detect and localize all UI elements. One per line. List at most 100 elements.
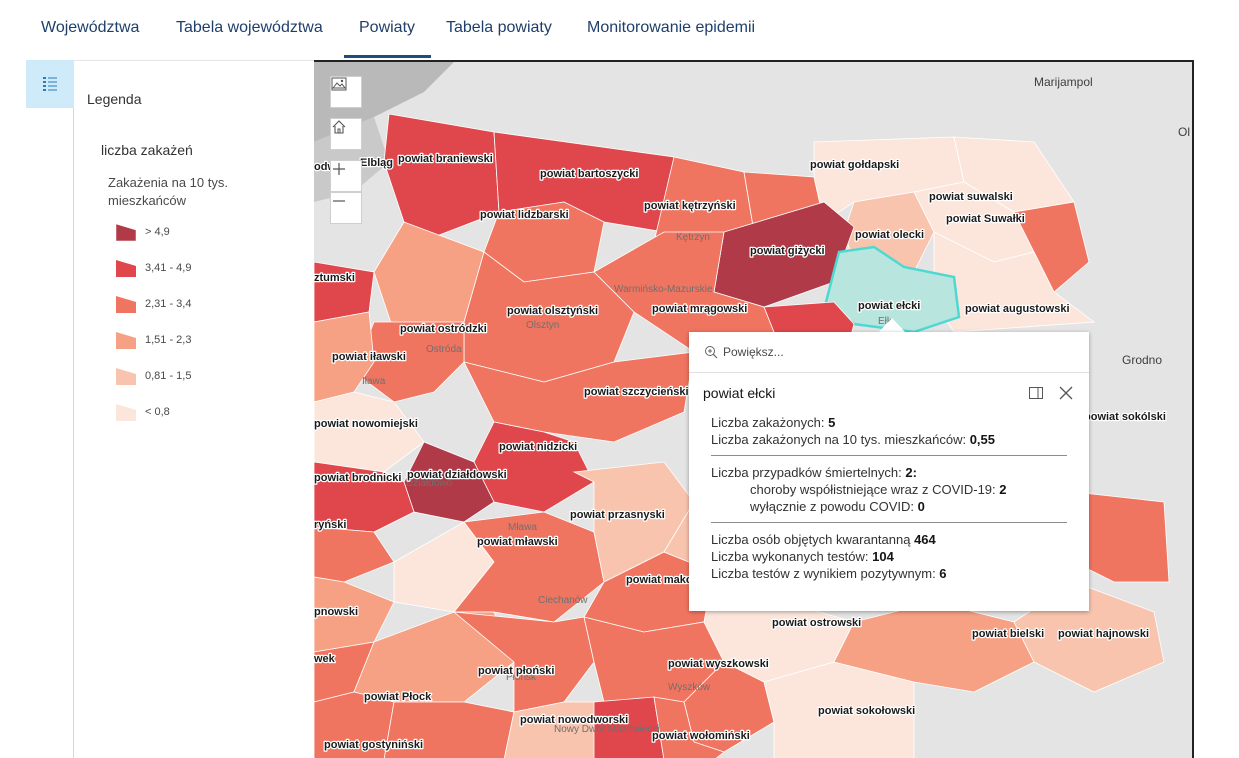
legend-swatch <box>116 332 136 349</box>
town-label: Iława <box>362 376 386 387</box>
active-tab-indicator <box>344 55 431 58</box>
legend-layer-name: liczba zakażeń <box>101 142 193 158</box>
powiat-label: powiat przasnyski <box>570 509 665 521</box>
powiat-label: powiat lidzbarski <box>480 209 569 221</box>
legend-class: 1,51 - 2,3 <box>115 329 191 351</box>
popup-row-label: Liczba zakażonych: <box>711 415 829 430</box>
popup-row-value: 0,55 <box>969 432 995 447</box>
town-label: Ostróda <box>426 344 462 355</box>
legend-class: 3,41 - 4,9 <box>115 257 191 279</box>
powiat-label: powiat gostyniński <box>324 739 423 751</box>
popup-section-divider <box>711 522 1067 523</box>
powiat-label: powiat działdowski <box>407 469 507 481</box>
powiat-label: powiat Suwałki <box>946 213 1025 225</box>
popup-row-value: 0 <box>917 499 925 514</box>
tab-tabela-powiaty[interactable]: Tabela powiaty <box>446 19 552 37</box>
powiat-label: powiat ełcki <box>858 300 920 312</box>
popup-row-label: Liczba zakażonych na 10 tys. mieszkańców… <box>711 432 970 447</box>
tab-powiaty[interactable]: Powiaty <box>359 19 415 37</box>
tab-wojewodztwa[interactable]: Województwa <box>41 19 139 37</box>
legend-class-label: > 4,9 <box>145 226 170 238</box>
popup-pointer <box>878 318 906 333</box>
town-label: Wyszków <box>668 682 711 693</box>
popup-row-value: 2: <box>905 465 917 480</box>
powiat-label: ztumski <box>314 272 355 284</box>
powiat-label: powiat ostrowski <box>772 617 861 629</box>
legend-class-label: 1,51 - 2,3 <box>145 334 192 346</box>
legend-swatch <box>115 223 137 242</box>
city-label: Ol <box>1178 125 1190 139</box>
popup-row-testy-pozytywne: Liczba testów z wynikiem pozytywnym: 6 <box>711 566 947 581</box>
popup-section-divider <box>711 455 1067 456</box>
powiat-label: powiat mrągowski <box>652 303 747 315</box>
powiat-label: powiat ostródzki <box>400 323 487 335</box>
popup-row-label: Liczba osób objętych kwarantanną <box>711 532 915 547</box>
popup-row-value: 104 <box>872 549 894 564</box>
powiat-label: powiat gołdapski <box>810 159 899 171</box>
popup-zoom-action[interactable]: Powiększ... <box>704 342 784 362</box>
zoom-in-button[interactable] <box>330 160 362 192</box>
powiat-label: pnowski <box>314 606 358 618</box>
legend-swatch <box>116 368 136 385</box>
powiat-label: wek <box>314 653 336 665</box>
zoom-in-icon <box>333 163 345 175</box>
town-label: Mława <box>508 522 537 533</box>
city-label: Marijampol <box>1034 75 1093 89</box>
popup-title: powiat ełcki <box>703 385 776 401</box>
legend-field-name: Zakażenia na 10 tys. mieszkańców <box>108 175 228 208</box>
legend-class: 0,81 - 1,5 <box>115 365 191 387</box>
powiat-label: powiat Płock <box>364 691 432 703</box>
zoom-out-button[interactable] <box>330 192 362 224</box>
powiat-label: powiat nowodworski <box>520 714 628 726</box>
top-tab-bar: Województwa Tabela województwa Powiaty T… <box>0 0 1239 58</box>
powiat-label: powiat bartoszycki <box>540 168 638 180</box>
legend-class-label: < 0,8 <box>145 406 170 418</box>
popup-row-wylacznie-covid: wyłącznie z powodu COVID: 0 <box>750 499 925 514</box>
legend-panel: Legenda liczba zakażeń Zakażenia na 10 t… <box>74 76 314 758</box>
popup-row-wykonane-testy: Liczba wykonanych testów: 104 <box>711 549 894 564</box>
popup-divider <box>689 372 1089 373</box>
popup-row-label: choroby współistniejące wraz z COVID-19: <box>750 482 1000 497</box>
powiat-label: powiat giżycki <box>750 245 825 257</box>
powiat-label: powiat braniewski <box>398 153 493 165</box>
legend-swatch <box>116 260 136 277</box>
popup-row-value: 5 <box>828 415 836 430</box>
legend-class-label: 0,81 - 1,5 <box>145 370 192 382</box>
zoom-out-icon <box>333 200 345 202</box>
side-panel-strip <box>26 108 74 758</box>
legend-class: > 4,9 <box>115 221 170 243</box>
legend-class: < 0,8 <box>115 401 170 423</box>
basemap-gallery-icon <box>331 77 347 91</box>
zoom-in-magnifier-icon <box>705 346 718 359</box>
powiat-label: powiat nowomiejski <box>314 418 418 430</box>
town-label: Olsztyn <box>526 320 559 331</box>
legend-class-label: 3,41 - 4,9 <box>145 262 192 274</box>
tab-tabela-wojewodztwa[interactable]: Tabela województwa <box>176 19 323 37</box>
popup-row-label: Liczba przypadków śmiertelnych: <box>711 465 906 480</box>
tab-monitorowanie-epidemii[interactable]: Monitorowanie epidemii <box>587 19 755 37</box>
basemap-gallery-button[interactable] <box>330 76 362 108</box>
powiat-label: powiat płoński <box>478 665 554 677</box>
powiat-label: powiat augustowski <box>965 303 1070 315</box>
legend-toggle-button[interactable] <box>26 60 74 108</box>
powiat-label: powiat kętrzyński <box>644 200 736 212</box>
home-icon <box>332 120 346 134</box>
town-label: Kętrzyn <box>676 232 710 243</box>
popup-row-przypadki-smiertelne: Liczba przypadków śmiertelnych: 2: <box>711 465 917 480</box>
powiat-label: powiat iławski <box>332 351 406 363</box>
dock-icon[interactable] <box>1028 385 1044 401</box>
town-label: Warmińsko-Mazurskie <box>614 284 713 295</box>
powiat-label: ryński <box>314 519 346 531</box>
legend-title: Legenda <box>87 91 142 107</box>
close-icon[interactable] <box>1057 384 1075 402</box>
home-button[interactable] <box>330 118 362 150</box>
city-label: Grodno <box>1122 353 1162 367</box>
powiat-label: powiat wołomiński <box>652 730 750 742</box>
popup-row-label: wyłącznie z powodu COVID: <box>750 499 918 514</box>
popup-row-value: 464 <box>914 532 936 547</box>
legend-class: 2,31 - 3,4 <box>115 293 191 315</box>
powiat-label: powiat sokołowski <box>818 705 915 717</box>
popup-row-value: 2 <box>999 482 1007 497</box>
legend-class-label: 2,31 - 3,4 <box>145 298 192 310</box>
legend-swatch <box>116 404 136 421</box>
